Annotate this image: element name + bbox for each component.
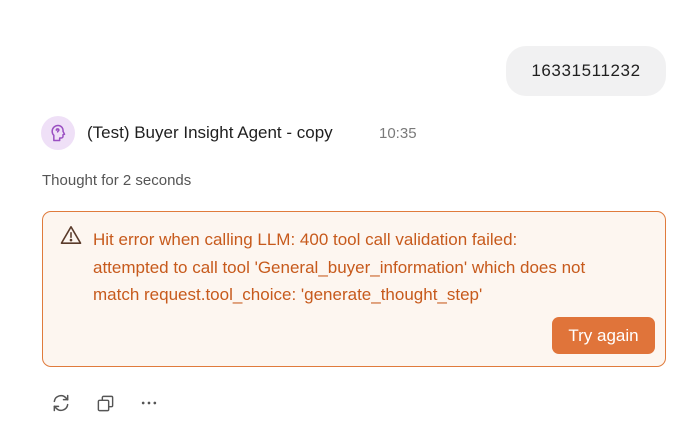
message-timestamp: 10:35 bbox=[379, 125, 417, 142]
thought-duration-label[interactable]: Thought for 2 seconds bbox=[42, 172, 191, 189]
agent-avatar bbox=[41, 116, 75, 150]
regenerate-icon bbox=[53, 394, 69, 412]
try-again-button[interactable]: Try again bbox=[552, 317, 655, 354]
more-options-button[interactable] bbox=[137, 391, 161, 415]
copy-button[interactable] bbox=[93, 391, 117, 415]
regenerate-button[interactable] bbox=[49, 391, 73, 415]
agent-name: (Test) Buyer Insight Agent - copy bbox=[87, 123, 333, 142]
copy-icon bbox=[97, 395, 113, 411]
warning-triangle-icon bbox=[60, 226, 82, 244]
user-message-bubble: 16331511232 bbox=[506, 46, 666, 96]
error-line-1: Hit error when calling LLM: 400 tool cal… bbox=[93, 230, 518, 249]
user-message-text: 16331511232 bbox=[531, 61, 641, 80]
error-alert: Hit error when calling LLM: 400 tool cal… bbox=[42, 211, 666, 367]
more-icon bbox=[141, 401, 157, 405]
error-line-3: match request.tool_choice: 'generate_tho… bbox=[93, 285, 483, 304]
chat-page: 16331511232 (Test) Buyer Insight Agent -… bbox=[0, 0, 690, 433]
error-message: Hit error when calling LLM: 400 tool cal… bbox=[93, 226, 658, 309]
error-line-2: attempted to call tool 'General_buyer_in… bbox=[93, 257, 586, 277]
brain-head-icon bbox=[51, 124, 66, 142]
